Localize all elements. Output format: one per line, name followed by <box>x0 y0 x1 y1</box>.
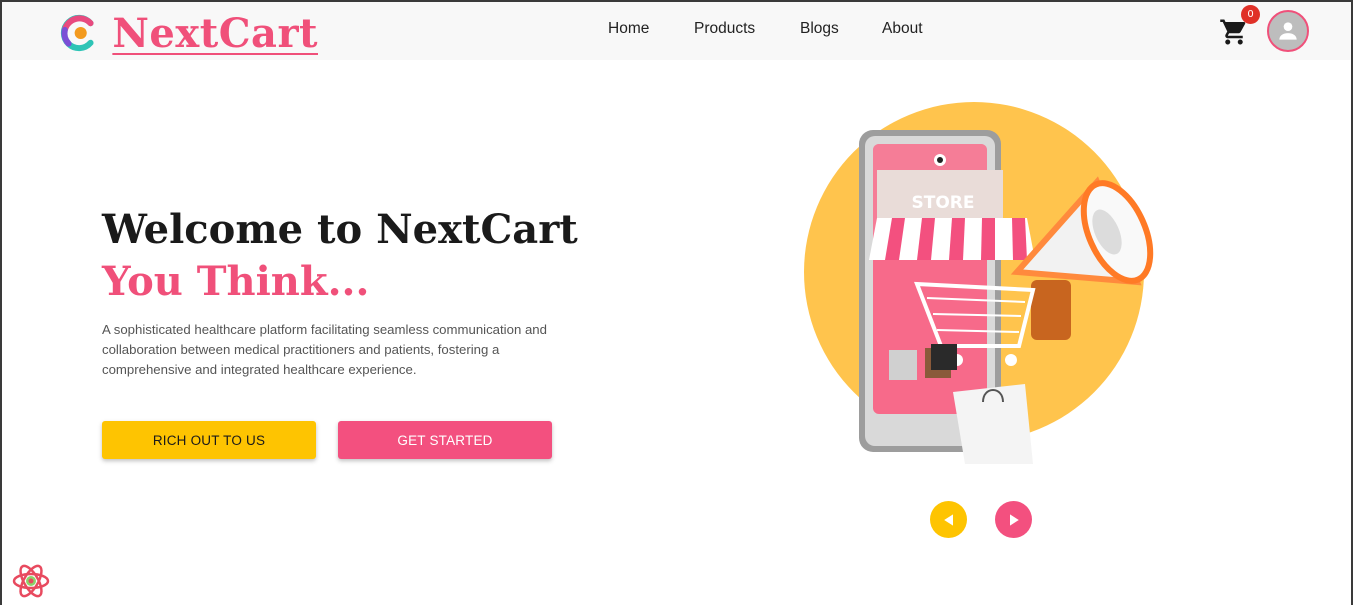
user-avatar-button[interactable] <box>1267 10 1309 52</box>
hero-subtitle: You Think... <box>102 258 370 305</box>
user-avatar-icon <box>1279 22 1297 40</box>
nav-about-link[interactable]: About <box>882 20 942 38</box>
top-navbar: NextCart Home Products Blogs About 0 <box>2 2 1351 60</box>
cart-count-badge: 0 <box>1241 5 1260 24</box>
reach-out-button[interactable]: RICH OUT TO US <box>102 421 316 459</box>
nav-products-link[interactable]: Products <box>694 20 774 38</box>
store-sign-text: STORE <box>912 193 975 213</box>
hero-title: Welcome to NextCart <box>102 206 578 253</box>
carousel-next-button[interactable] <box>995 501 1032 538</box>
hero-description: A sophisticated healthcare platform faci… <box>102 322 547 377</box>
get-started-button[interactable]: GET STARTED <box>338 421 552 459</box>
nav-blogs-link[interactable]: Blogs <box>800 20 860 38</box>
triangle-left-icon <box>943 513 953 526</box>
shopping-bag-illustration <box>953 384 1033 464</box>
store-hero-illustration: STORE <box>804 102 1154 464</box>
brand-name: NextCart <box>112 9 318 57</box>
nav-home-link[interactable]: Home <box>608 20 668 38</box>
brand-logo-link[interactable]: NextCart <box>58 7 318 59</box>
nextcart-logo-icon <box>60 14 94 52</box>
react-devtools-icon[interactable] <box>12 563 50 599</box>
carousel-prev-button[interactable] <box>930 501 967 538</box>
triangle-right-icon <box>1009 513 1019 526</box>
